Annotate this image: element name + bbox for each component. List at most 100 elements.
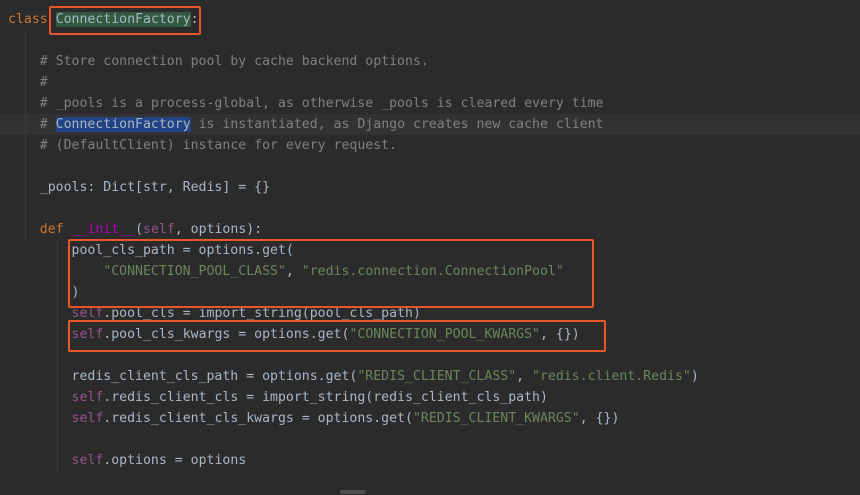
code-line[interactable]: [0, 198, 860, 219]
code-line[interactable]: redis_client_cls_path = options.get("RED…: [0, 366, 860, 387]
code-editor[interactable]: class ConnectionFactory: # Store connect…: [0, 0, 860, 495]
code-text: #: [8, 72, 48, 93]
code-token: "CONNECTION_POOL_CLASS": [103, 264, 286, 279]
code-line[interactable]: pool_cls_path = options.get(: [0, 240, 860, 261]
code-token: self: [143, 222, 175, 237]
code-text: self.pool_cls_kwargs = options.get("CONN…: [8, 324, 580, 345]
code-line[interactable]: _pools: Dict[str, Redis] = {}: [0, 177, 860, 198]
indent-guide: [25, 156, 27, 177]
code-text: pool_cls_path = options.get(: [8, 240, 294, 261]
code-token: #: [39, 75, 48, 90]
code-token: self: [71, 306, 104, 321]
code-token: redis_client_cls_path = options.get(: [8, 369, 358, 384]
code-token: .redis_client_cls_kwargs = options.get(: [103, 411, 413, 426]
code-text: # Store connection pool by cache backend…: [8, 51, 429, 72]
code-token: ): [8, 285, 80, 300]
code-line[interactable]: [0, 345, 860, 366]
code-token: ConnectionFactory: [55, 12, 191, 27]
code-line[interactable]: class ConnectionFactory:: [0, 9, 860, 30]
code-text: # ConnectionFactory is instantiated, as …: [8, 114, 604, 135]
code-line[interactable]: self.pool_cls_kwargs = options.get("CONN…: [0, 324, 860, 345]
code-line[interactable]: #: [0, 72, 860, 93]
code-token: is instantiated, as Django creates new c…: [190, 117, 604, 132]
code-line[interactable]: self.pool_cls = import_string(pool_cls_p…: [0, 303, 860, 324]
indent-guide: [25, 198, 27, 219]
code-token: .pool_cls_kwargs = options.get(: [103, 327, 350, 342]
code-text: self.options = options: [8, 450, 247, 471]
code-token: pool_cls_path = options.get(: [8, 243, 294, 258]
code-token: self: [71, 390, 104, 405]
code-token: (: [135, 222, 144, 237]
code-token: _pools: Dict[str, Redis] = {}: [8, 180, 271, 195]
code-token: "redis.connection.ConnectionPool": [301, 264, 564, 279]
code-line[interactable]: # (DefaultClient) instance for every req…: [0, 135, 860, 156]
code-token: self: [71, 453, 104, 468]
code-text: def __init__(self, options):: [8, 219, 262, 240]
code-token: , {}): [540, 327, 580, 342]
horizontal-scrollbar-thumb[interactable]: [340, 490, 366, 494]
code-token: "redis.client.Redis": [532, 369, 691, 384]
code-text: ): [8, 282, 80, 303]
code-line[interactable]: # ConnectionFactory is instantiated, as …: [0, 114, 860, 135]
code-text: self.redis_client_cls = import_string(re…: [8, 387, 548, 408]
code-line[interactable]: def __init__(self, options):: [0, 219, 860, 240]
code-token: ,: [516, 369, 533, 384]
code-token: ,: [285, 264, 302, 279]
code-token: .options = options: [103, 453, 247, 468]
code-line[interactable]: # _pools is a process-global, as otherwi…: [0, 93, 860, 114]
code-line[interactable]: self.redis_client_cls_kwargs = options.g…: [0, 408, 860, 429]
code-token: .redis_client_cls = import_string(redis_…: [103, 390, 548, 405]
code-token: "REDIS_CLIENT_CLASS": [357, 369, 517, 384]
code-line[interactable]: [0, 30, 860, 51]
code-token: ): [690, 369, 699, 384]
code-text: "CONNECTION_POOL_CLASS", "redis.connecti…: [8, 261, 564, 282]
code-token: def: [39, 222, 64, 237]
code-token: .pool_cls = import_string(pool_cls_path): [103, 306, 421, 321]
code-line[interactable]: "CONNECTION_POOL_CLASS", "redis.connecti…: [0, 261, 860, 282]
code-line[interactable]: self.options = options: [0, 450, 860, 471]
code-token: , {}): [579, 411, 620, 426]
code-token: #: [39, 117, 56, 132]
code-text: self.pool_cls = import_string(pool_cls_p…: [8, 303, 421, 324]
code-text: _pools: Dict[str, Redis] = {}: [8, 177, 270, 198]
code-line[interactable]: self.redis_client_cls = import_string(re…: [0, 387, 860, 408]
code-token: , options):: [174, 222, 263, 237]
indent-guide: [57, 429, 59, 450]
code-line[interactable]: [0, 156, 860, 177]
code-text: # (DefaultClient) instance for every req…: [8, 135, 397, 156]
code-token: :: [190, 12, 199, 27]
code-text: # _pools is a process-global, as otherwi…: [8, 93, 604, 114]
indent-guide: [57, 345, 59, 366]
code-line[interactable]: # Store connection pool by cache backend…: [0, 51, 860, 72]
code-text: self.redis_client_cls_kwargs = options.g…: [8, 408, 620, 429]
code-text: class ConnectionFactory:: [8, 9, 199, 30]
code-token: # Store connection pool by cache backend…: [39, 54, 429, 69]
code-token: __init__: [71, 222, 136, 237]
code-token: # (DefaultClient) instance for every req…: [39, 138, 398, 153]
code-token: self: [71, 411, 104, 426]
code-token: "REDIS_CLIENT_KWARGS": [412, 411, 580, 426]
code-token: # _pools is a process-global, as otherwi…: [39, 96, 604, 111]
code-line[interactable]: ): [0, 282, 860, 303]
code-line[interactable]: [0, 429, 860, 450]
code-text: redis_client_cls_path = options.get("RED…: [8, 366, 699, 387]
code-token: self: [71, 327, 104, 342]
indent-guide: [25, 30, 27, 51]
code-token: ConnectionFactory: [55, 117, 191, 132]
code-token: class: [8, 12, 48, 27]
code-token: "CONNECTION_POOL_KWARGS": [349, 327, 540, 342]
